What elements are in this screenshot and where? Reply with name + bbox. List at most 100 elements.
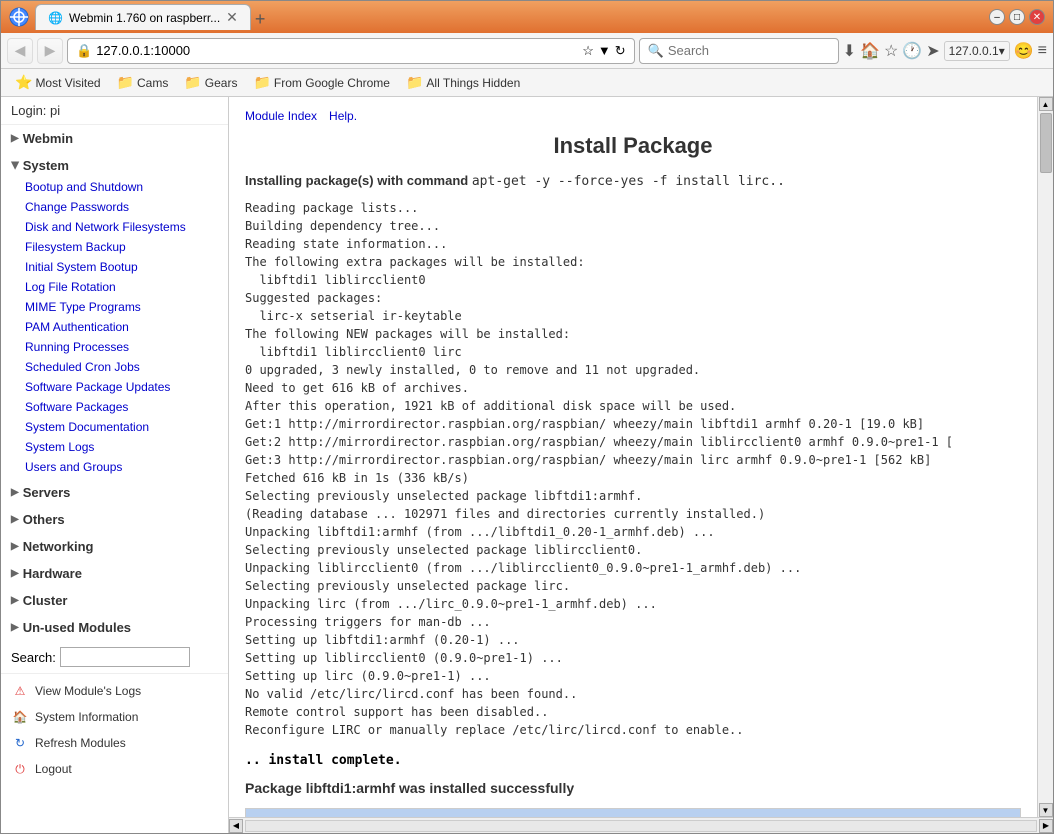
- home-button[interactable]: 🏠: [860, 41, 880, 61]
- scroll-down-arrow[interactable]: ▼: [1039, 803, 1053, 817]
- address-icons: ☆ ▼ ↻: [582, 43, 625, 59]
- sidebar-group-webmin[interactable]: ▶ Webmin: [1, 127, 228, 150]
- forward-button[interactable]: ▶: [37, 38, 63, 64]
- refresh-modules-action[interactable]: ↻ Refresh Modules: [1, 730, 228, 756]
- sidebar-search-input[interactable]: [60, 647, 190, 667]
- content-wrapper: Module Index Help. Install Package Insta…: [229, 97, 1053, 833]
- sidebar-item-initial-system[interactable]: Initial System Bootup: [1, 257, 228, 277]
- bookmark-from-google-chrome[interactable]: 📁 From Google Chrome: [247, 72, 395, 93]
- scroll-up-arrow[interactable]: ▲: [1039, 97, 1053, 111]
- sidebar-item-change-passwords[interactable]: Change Passwords: [1, 197, 228, 217]
- vertical-scrollbar[interactable]: ▲ ▼: [1037, 97, 1053, 817]
- servers-triangle-icon: ▶: [11, 487, 19, 498]
- bookmark-most-visited[interactable]: ⭐ Most Visited: [9, 72, 107, 93]
- help-link[interactable]: Help.: [329, 109, 357, 123]
- active-tab[interactable]: 🌐 Webmin 1.760 on raspberr... ✕: [35, 4, 251, 30]
- lock-icon: 🔒: [76, 43, 92, 59]
- sidebar-item-users-groups[interactable]: Users and Groups: [1, 457, 228, 477]
- sidebar-item-filesystem-backup[interactable]: Filesystem Backup: [1, 237, 228, 257]
- tab-icon: 🌐: [48, 11, 63, 25]
- download-button[interactable]: ⬇: [843, 41, 856, 61]
- bookmark-cams[interactable]: 📁 Cams: [111, 72, 175, 93]
- back-button[interactable]: ◀: [7, 38, 33, 64]
- ip-display[interactable]: 127.0.0.1▾: [944, 41, 1010, 61]
- bookmark-gears[interactable]: 📁 Gears: [178, 72, 243, 93]
- scroll-left-arrow[interactable]: ◀: [229, 819, 243, 833]
- sidebar-item-software-updates[interactable]: Software Package Updates: [1, 377, 228, 397]
- command-prefix: Installing package(s) with command: [245, 173, 468, 188]
- sidebar-item-cron[interactable]: Scheduled Cron Jobs: [1, 357, 228, 377]
- address-bar: 🔒 127.0.0.1:10000 ☆ ▼ ↻: [67, 38, 635, 64]
- sidebar-group-others[interactable]: ▶ Others: [1, 508, 228, 531]
- module-index-link[interactable]: Module Index: [245, 109, 317, 123]
- system-triangle-icon: ▶: [9, 162, 20, 170]
- refresh-icon: ↻: [11, 734, 29, 752]
- sidebar-item-disk-network[interactable]: Disk and Network Filesystems: [1, 217, 228, 237]
- sidebar-item-log-file[interactable]: Log File Rotation: [1, 277, 228, 297]
- profile-button[interactable]: 😊: [1014, 41, 1034, 61]
- logout-icon: ⏻: [11, 760, 29, 778]
- cams-label: Cams: [137, 76, 168, 90]
- most-visited-label: Most Visited: [35, 76, 100, 90]
- servers-label: Servers: [23, 485, 71, 500]
- sidebar-item-bootup[interactable]: Bootup and Shutdown: [1, 177, 228, 197]
- sidebar-group-cluster[interactable]: ▶ Cluster: [1, 589, 228, 612]
- sidebar-actions: ⚠ View Module's Logs 🏠 System Informatio…: [1, 673, 228, 786]
- cams-icon: 📁: [117, 74, 134, 91]
- package-details-header: Package Details: [246, 809, 1020, 817]
- address-text[interactable]: 127.0.0.1:10000: [96, 43, 578, 58]
- cluster-triangle-icon: ▶: [11, 595, 19, 606]
- sidebar-group-unused[interactable]: ▶ Un-used Modules: [1, 616, 228, 639]
- sidebar-section-others: ▶ Others: [1, 506, 228, 533]
- others-triangle-icon: ▶: [11, 514, 19, 525]
- networking-triangle-icon: ▶: [11, 541, 19, 552]
- menu-button[interactable]: ≡: [1038, 42, 1047, 60]
- sidebar-item-running-processes[interactable]: Running Processes: [1, 337, 228, 357]
- close-button[interactable]: ✕: [1029, 9, 1045, 25]
- networking-label: Networking: [23, 539, 94, 554]
- send-button[interactable]: ➤: [926, 41, 939, 61]
- view-logs-action[interactable]: ⚠ View Module's Logs: [1, 678, 228, 704]
- scroll-thumb[interactable]: [1040, 113, 1052, 173]
- view-logs-label: View Module's Logs: [35, 684, 141, 698]
- minimize-button[interactable]: –: [989, 9, 1005, 25]
- browser-icon: [9, 7, 29, 27]
- tab-title: Webmin 1.760 on raspberr...: [69, 11, 220, 25]
- install-command: Installing package(s) with command apt-g…: [245, 173, 1021, 189]
- home-icon: 🏠: [11, 708, 29, 726]
- sidebar-item-mime[interactable]: MIME Type Programs: [1, 297, 228, 317]
- sidebar-section-unused: ▶ Un-used Modules: [1, 614, 228, 641]
- scroll-right-arrow[interactable]: ▶: [1039, 819, 1053, 833]
- history-button[interactable]: 🕐: [902, 41, 922, 61]
- sidebar-section-hardware: ▶ Hardware: [1, 560, 228, 587]
- bookmark-all-things-hidden[interactable]: 📁 All Things Hidden: [400, 72, 526, 93]
- sidebar-item-software-packages[interactable]: Software Packages: [1, 397, 228, 417]
- sidebar-group-networking[interactable]: ▶ Networking: [1, 535, 228, 558]
- reload-button[interactable]: ↻: [615, 43, 626, 59]
- sidebar-group-hardware[interactable]: ▶ Hardware: [1, 562, 228, 585]
- sidebar-group-servers[interactable]: ▶ Servers: [1, 481, 228, 504]
- system-info-label: System Information: [35, 710, 138, 724]
- sidebar-item-pam[interactable]: PAM Authentication: [1, 317, 228, 337]
- unused-label: Un-used Modules: [23, 620, 131, 635]
- sidebar-group-system[interactable]: ▶ System: [1, 154, 228, 177]
- main-area: Login: pi ▶ Webmin ▶ System Bootup and S…: [1, 97, 1053, 833]
- sidebar-section-networking: ▶ Networking: [1, 533, 228, 560]
- horizontal-scrollbar[interactable]: ◀ ▶: [229, 817, 1053, 833]
- new-tab-button[interactable]: +: [255, 9, 266, 30]
- sidebar-section-webmin: ▶ Webmin: [1, 125, 228, 152]
- command-text: apt-get -y --force-yes -f install lirc..: [472, 174, 785, 189]
- system-label: System: [23, 158, 69, 173]
- logout-action[interactable]: ⏻ Logout: [1, 756, 228, 782]
- tab-bar: 🌐 Webmin 1.760 on raspberr... ✕ +: [35, 4, 989, 30]
- sidebar-item-system-docs[interactable]: System Documentation: [1, 417, 228, 437]
- starred-button[interactable]: ☆: [884, 41, 898, 61]
- tab-close-button[interactable]: ✕: [226, 9, 238, 26]
- search-input[interactable]: [668, 43, 844, 58]
- system-info-action[interactable]: 🏠 System Information: [1, 704, 228, 730]
- hardware-triangle-icon: ▶: [11, 568, 19, 579]
- others-label: Others: [23, 512, 65, 527]
- maximize-button[interactable]: □: [1009, 9, 1025, 25]
- sidebar-item-system-logs[interactable]: System Logs: [1, 437, 228, 457]
- bookmark-star-icon[interactable]: ☆: [582, 43, 594, 59]
